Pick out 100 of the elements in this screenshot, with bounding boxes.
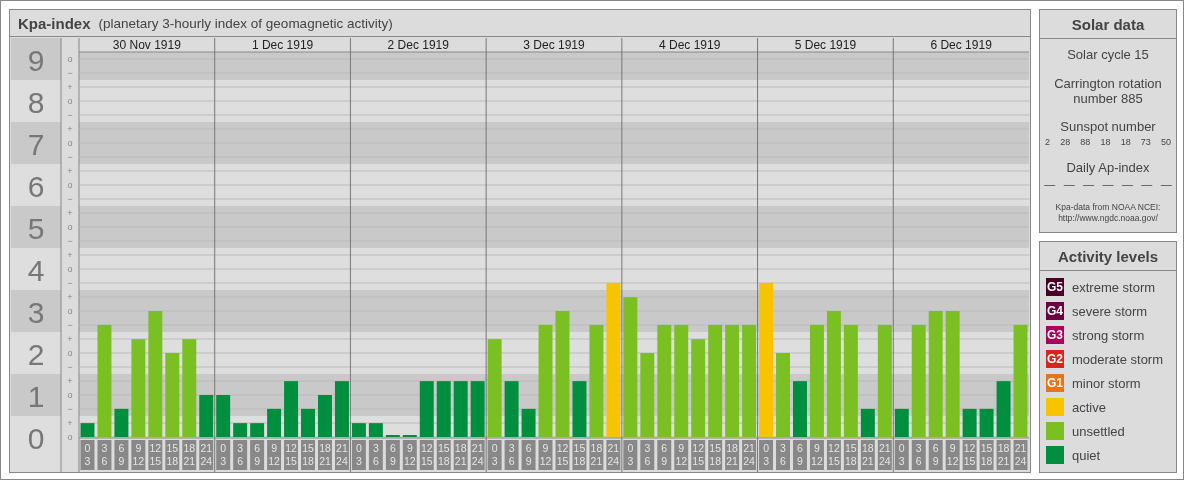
level-label: strong storm [1072, 327, 1145, 343]
level-label: quiet [1072, 447, 1101, 463]
y-axis-label: 3 [27, 296, 45, 329]
time-slot-label: 3 6 [640, 440, 655, 470]
minor-tick-label: − [67, 278, 73, 288]
kp-bar [572, 381, 587, 437]
time-slot-label: 9 12 [809, 440, 824, 470]
time-slot-label: 6 9 [521, 440, 536, 470]
x-tick-label: 3 6 [780, 442, 787, 467]
x-tick-label: 3 6 [508, 442, 515, 467]
day-header: 3 Dec 1919 [523, 38, 585, 52]
time-slot-label: 6 9 [657, 440, 672, 470]
time-slot-label: 0 3 [894, 440, 909, 470]
minor-tick-label: − [67, 236, 73, 246]
x-tick-label: 0 3 [84, 442, 91, 467]
time-slot-label: 9 12 [538, 440, 553, 470]
minor-tick-label: + [67, 124, 73, 134]
ap-value: — [1160, 178, 1172, 190]
level-label: active [1072, 399, 1106, 415]
day-header: 30 Nov 1919 [112, 38, 181, 52]
level-swatch: G4 [1046, 302, 1064, 320]
minor-tick-label: o [67, 390, 73, 400]
day-header: 2 Dec 1919 [387, 38, 449, 52]
level-swatch: G2 [1046, 350, 1064, 368]
x-tick-label: 0 3 [627, 442, 634, 467]
minor-tick-label: − [67, 320, 73, 330]
time-slot-label: 21 24 [1013, 440, 1028, 470]
panel-title: Solar data [1040, 10, 1176, 39]
time-slot-label: 0 3 [623, 440, 638, 470]
time-slot-label: 6 9 [385, 440, 400, 470]
sunspot-value: 2 [1045, 137, 1051, 147]
x-tick-label: 3 6 [101, 442, 108, 467]
x-tick-label: 6 9 [118, 442, 125, 467]
minor-tick-label: − [67, 362, 73, 372]
ap-value: — [1044, 178, 1056, 190]
time-slot-label: 9 12 [674, 440, 689, 470]
time-slot-label: 9 12 [131, 440, 146, 470]
kp-bar [301, 408, 315, 437]
minor-tick-label: o [67, 264, 73, 274]
y-axis-label: 6 [27, 170, 45, 203]
time-slot-label: 0 3 [351, 440, 366, 470]
minor-tick-label: o [67, 54, 73, 64]
minor-tick-label: + [67, 376, 73, 386]
time-slot-label: 21 24 [334, 440, 349, 470]
minor-tick-label: + [67, 292, 73, 302]
kp-bar [250, 423, 265, 437]
time-slot-label: 21 24 [470, 440, 485, 470]
kp-bar [267, 408, 282, 437]
sunspot-value: 18 [1120, 137, 1131, 147]
level-swatch: G3 [1046, 326, 1064, 344]
time-slot-label: 18 21 [453, 440, 468, 470]
time-slot-label: 3 6 [368, 440, 383, 470]
time-slot-label: 0 3 [759, 440, 774, 470]
time-slot-label: 12 15 [555, 440, 570, 470]
time-slot-label: 12 15 [962, 440, 977, 470]
level-label: extreme storm [1072, 279, 1156, 295]
ap-value: — [1121, 178, 1133, 190]
y-axis-label: 1 [27, 380, 45, 413]
day-header: 1 Dec 1919 [251, 38, 314, 52]
x-tick-label: 0 3 [220, 442, 227, 467]
sunspot-value: 18 [1100, 137, 1111, 147]
minor-tick-label: o [67, 348, 73, 358]
time-slot-label: 18 21 [996, 440, 1011, 470]
time-slot-label: 9 12 [945, 440, 960, 470]
source-text: Kpa-data from NOAA NCEI: [1055, 202, 1161, 213]
time-slot-label: 0 3 [80, 440, 95, 470]
sunspot-value: 28 [1060, 137, 1071, 147]
minor-tick-label: + [67, 334, 73, 344]
minor-tick-label: o [67, 222, 73, 232]
y-axis-label: 9 [27, 44, 45, 77]
y-axis-label: 5 [27, 212, 45, 245]
kp-bar [793, 381, 807, 437]
x-tick-label: 6 9 [389, 442, 396, 467]
minor-tick-label: o [67, 138, 73, 148]
minor-tick-label: + [67, 82, 73, 92]
panel-subtitle: (planetary 3-hourly index of geomagnetic activity) [98, 15, 393, 31]
level-label: minor storm [1072, 375, 1141, 391]
ap-value: — [1102, 178, 1114, 190]
time-slot-label: 3 6 [97, 440, 112, 470]
minor-tick-label: + [67, 250, 73, 260]
level-label: unsettled [1072, 423, 1125, 439]
level-swatch: G5 [1046, 278, 1064, 296]
minor-tick-label: − [67, 110, 73, 120]
time-slot-label: 21 24 [606, 440, 621, 470]
ap-value: — [1063, 178, 1075, 190]
x-tick-label: 0 3 [491, 442, 498, 467]
time-slot-label: 18 21 [725, 440, 740, 470]
kp-bar [216, 395, 231, 437]
time-slot-label: 9 12 [402, 440, 417, 470]
time-slot-label: 6 9 [114, 440, 129, 470]
minor-tick-label: − [67, 152, 73, 162]
time-slot-label: 12 15 [826, 440, 841, 470]
time-slot-label: 18 21 [318, 440, 332, 470]
time-slot-label: 15 18 [301, 440, 315, 470]
time-slot-label: 15 18 [165, 440, 180, 470]
ap-value: — [1141, 178, 1153, 190]
x-tick-label: 6 9 [254, 442, 261, 467]
day-header: 4 Dec 1919 [659, 38, 721, 52]
time-slot-label: 6 9 [250, 440, 265, 470]
x-tick-label: 0 3 [763, 442, 770, 467]
